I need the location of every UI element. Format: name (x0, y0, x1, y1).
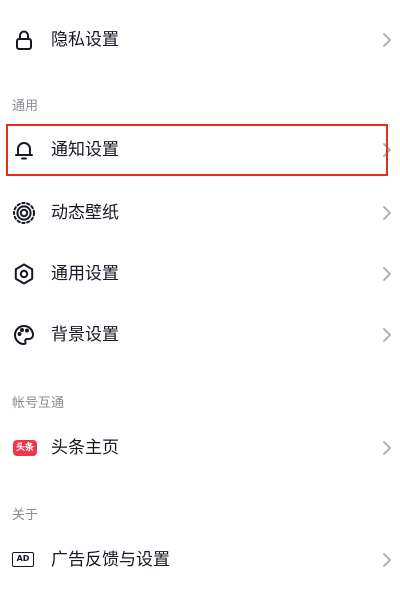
bell-icon (12, 138, 36, 162)
settings-item-toutiao[interactable]: 头条 头条主页 (0, 418, 400, 478)
lock-icon (12, 28, 36, 52)
toutiao-badge-icon: 头条 (13, 440, 37, 456)
settings-item-live-wallpaper[interactable]: 动态壁纸 (0, 183, 400, 243)
settings-item-label: 动态壁纸 (51, 203, 119, 223)
settings-item-label: 背景设置 (51, 325, 119, 345)
palette-icon (12, 323, 36, 347)
settings-item-label: 隐私设置 (51, 30, 119, 50)
live-wallpaper-icon (12, 201, 36, 225)
chevron-right-icon (382, 32, 392, 48)
settings-item-general[interactable]: 通用设置 (0, 244, 400, 304)
settings-item-label: 通知设置 (51, 140, 119, 160)
settings-item-background[interactable]: 背景设置 (0, 305, 400, 365)
settings-item-label: 通用设置 (51, 264, 119, 284)
chevron-right-icon (382, 142, 392, 158)
chevron-right-icon (382, 205, 392, 221)
section-header-account: 帐号互通 (12, 396, 65, 411)
section-header-about: 关于 (12, 508, 39, 523)
settings-item-label: 头条主页 (51, 438, 119, 458)
settings-item-notification[interactable]: 通知设置 (0, 120, 400, 180)
chevron-right-icon (382, 552, 392, 568)
chevron-right-icon (382, 440, 392, 456)
settings-item-label: 广告反馈与设置 (51, 550, 170, 570)
settings-item-privacy[interactable]: 隐私设置 (0, 10, 400, 70)
section-header-general: 通用 (12, 99, 39, 114)
gear-icon (12, 262, 36, 286)
ad-icon: AD (12, 552, 34, 567)
chevron-right-icon (382, 266, 392, 282)
settings-item-ads[interactable]: AD 广告反馈与设置 (0, 530, 400, 590)
chevron-right-icon (382, 327, 392, 343)
